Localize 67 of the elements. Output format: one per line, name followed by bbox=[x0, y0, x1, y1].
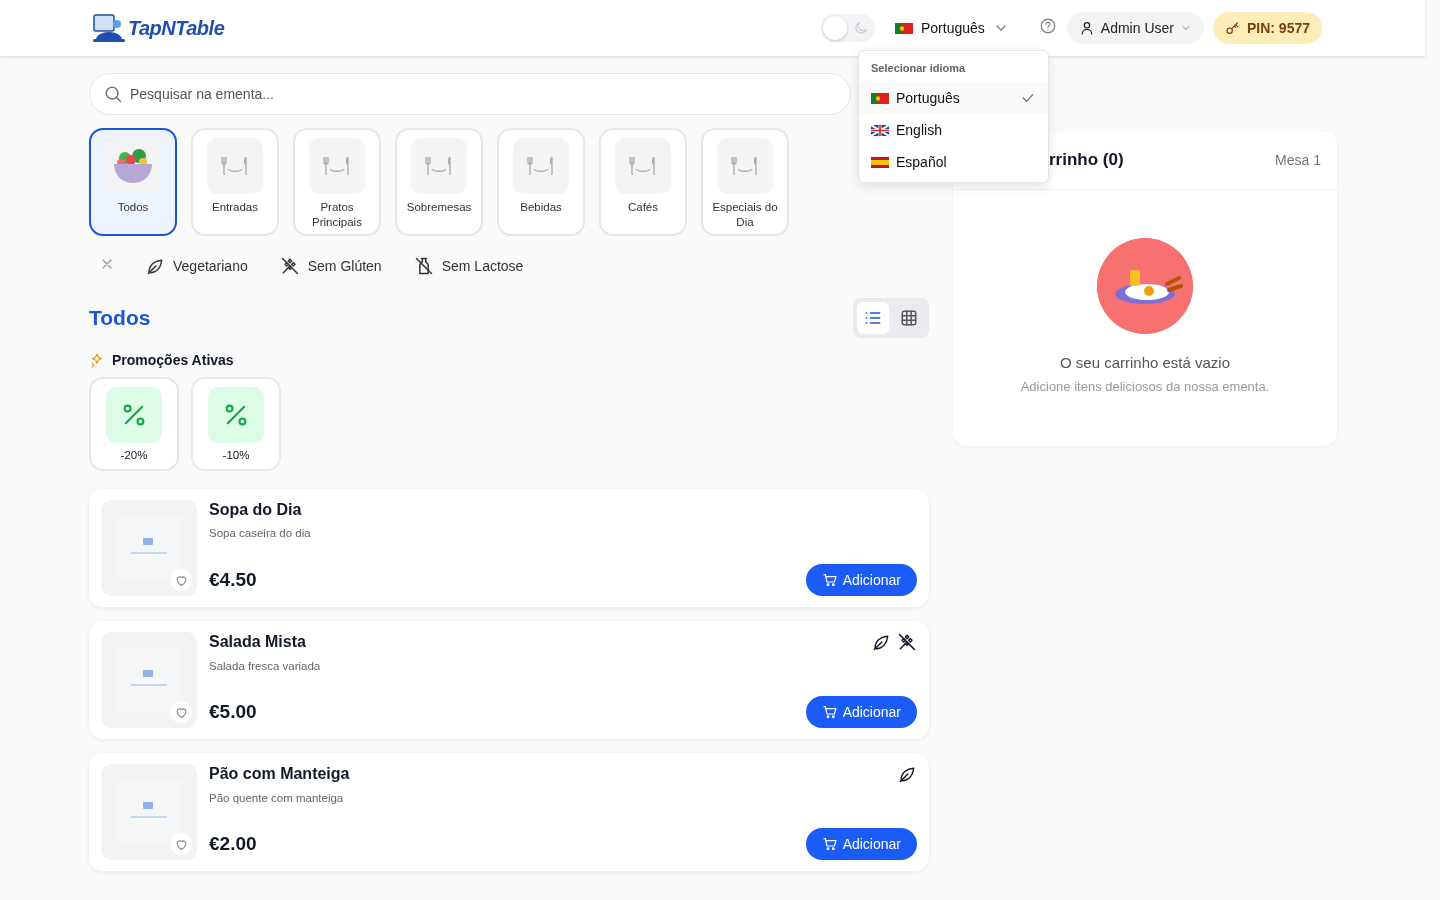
fork-knife-plate-icon bbox=[220, 154, 250, 178]
theme-toggle[interactable] bbox=[821, 14, 875, 42]
moon-icon bbox=[853, 20, 869, 36]
view-button[interactable] bbox=[857, 302, 889, 334]
promotions-title: Promoções Ativas bbox=[112, 352, 234, 368]
item-name: Sopa do Dia bbox=[209, 501, 302, 519]
item-description: Salada fresca variada bbox=[209, 660, 322, 672]
no-wheat-icon bbox=[897, 632, 917, 652]
user-menu-button[interactable]: Admin User bbox=[1066, 12, 1204, 44]
pin-badge: PIN: 9577 bbox=[1212, 12, 1322, 44]
promotion-card[interactable]: -20% bbox=[89, 377, 179, 471]
logo-text: TapNTable bbox=[128, 16, 225, 40]
leaf-icon bbox=[145, 256, 165, 276]
search-field[interactable]: Pesquisar na ementa... bbox=[89, 73, 851, 115]
empty-cart-title: O seu carrinho está vazio bbox=[1059, 354, 1231, 371]
portugal-flag-icon bbox=[895, 22, 913, 34]
logo-icon bbox=[92, 13, 126, 43]
portugal-flag-icon bbox=[871, 92, 889, 104]
item-name: Pão com Manteiga bbox=[209, 765, 350, 783]
item-price: €5.00 bbox=[209, 701, 257, 723]
add-button[interactable]: Adicionar bbox=[805, 564, 917, 596]
category-tab[interactable]: Sobremesas bbox=[395, 128, 483, 236]
language-option[interactable]: Español bbox=[859, 146, 1048, 178]
grid-view-icon bbox=[899, 308, 919, 328]
fork-knife-plate-icon bbox=[730, 154, 760, 178]
uk-flag-icon bbox=[871, 124, 889, 136]
salad-bowl-icon bbox=[111, 146, 155, 186]
leaf-icon bbox=[897, 764, 917, 784]
language-selector[interactable]: Português bbox=[895, 16, 1009, 40]
promotion-card[interactable]: -10% bbox=[191, 377, 281, 471]
category-tab[interactable]: Todos bbox=[89, 128, 177, 236]
cart-icon bbox=[821, 572, 838, 588]
help-icon bbox=[1038, 17, 1057, 35]
category-tab[interactable]: Especiais do Dia bbox=[701, 128, 789, 236]
cart-icon bbox=[821, 836, 838, 852]
breakfast-plate-icon bbox=[1097, 238, 1193, 334]
discount-label: -20% bbox=[120, 449, 148, 461]
no-wheat-icon bbox=[279, 256, 300, 276]
language-option[interactable]: Português bbox=[859, 82, 1048, 114]
item-price: €4.50 bbox=[209, 569, 257, 591]
spain-flag-icon bbox=[871, 156, 889, 168]
add-button[interactable]: Adicionar bbox=[805, 828, 917, 860]
item-price: €2.00 bbox=[209, 833, 257, 855]
category-tab[interactable]: Pratos Principais bbox=[293, 128, 381, 236]
key-icon bbox=[1224, 20, 1241, 36]
menu-title: Selecionar idioma bbox=[870, 61, 967, 76]
fork-knife-plate-icon bbox=[322, 154, 352, 178]
category-tab[interactable]: Entradas bbox=[191, 128, 279, 236]
add-button[interactable]: Adicionar bbox=[805, 696, 917, 728]
section-title: Todos bbox=[89, 306, 151, 330]
discount-label: -10% bbox=[222, 449, 250, 461]
no-bottle-icon bbox=[413, 256, 434, 276]
item-description: Pão quente com manteiga bbox=[209, 792, 345, 804]
item-description: Sopa caseira do dia bbox=[209, 527, 312, 539]
fork-knife-plate-icon bbox=[526, 154, 556, 178]
table-label: Mesa 1 bbox=[1275, 152, 1321, 168]
language-option[interactable]: English bbox=[859, 114, 1048, 146]
fork-knife-plate-icon bbox=[628, 154, 658, 178]
leaf-icon bbox=[871, 632, 891, 652]
cart-title: rrinho (0) bbox=[1049, 150, 1124, 170]
category-tab[interactable]: Bebidas bbox=[497, 128, 585, 236]
category-tab[interactable]: Cafés bbox=[599, 128, 687, 236]
sparkle-icon bbox=[89, 352, 105, 368]
item-name: Salada Mista bbox=[209, 633, 306, 651]
cart-icon bbox=[821, 704, 838, 720]
empty-cart-text: Adicione itens deliciosos da nossa ementa. bbox=[1020, 379, 1270, 394]
fork-knife-plate-icon bbox=[424, 154, 454, 178]
